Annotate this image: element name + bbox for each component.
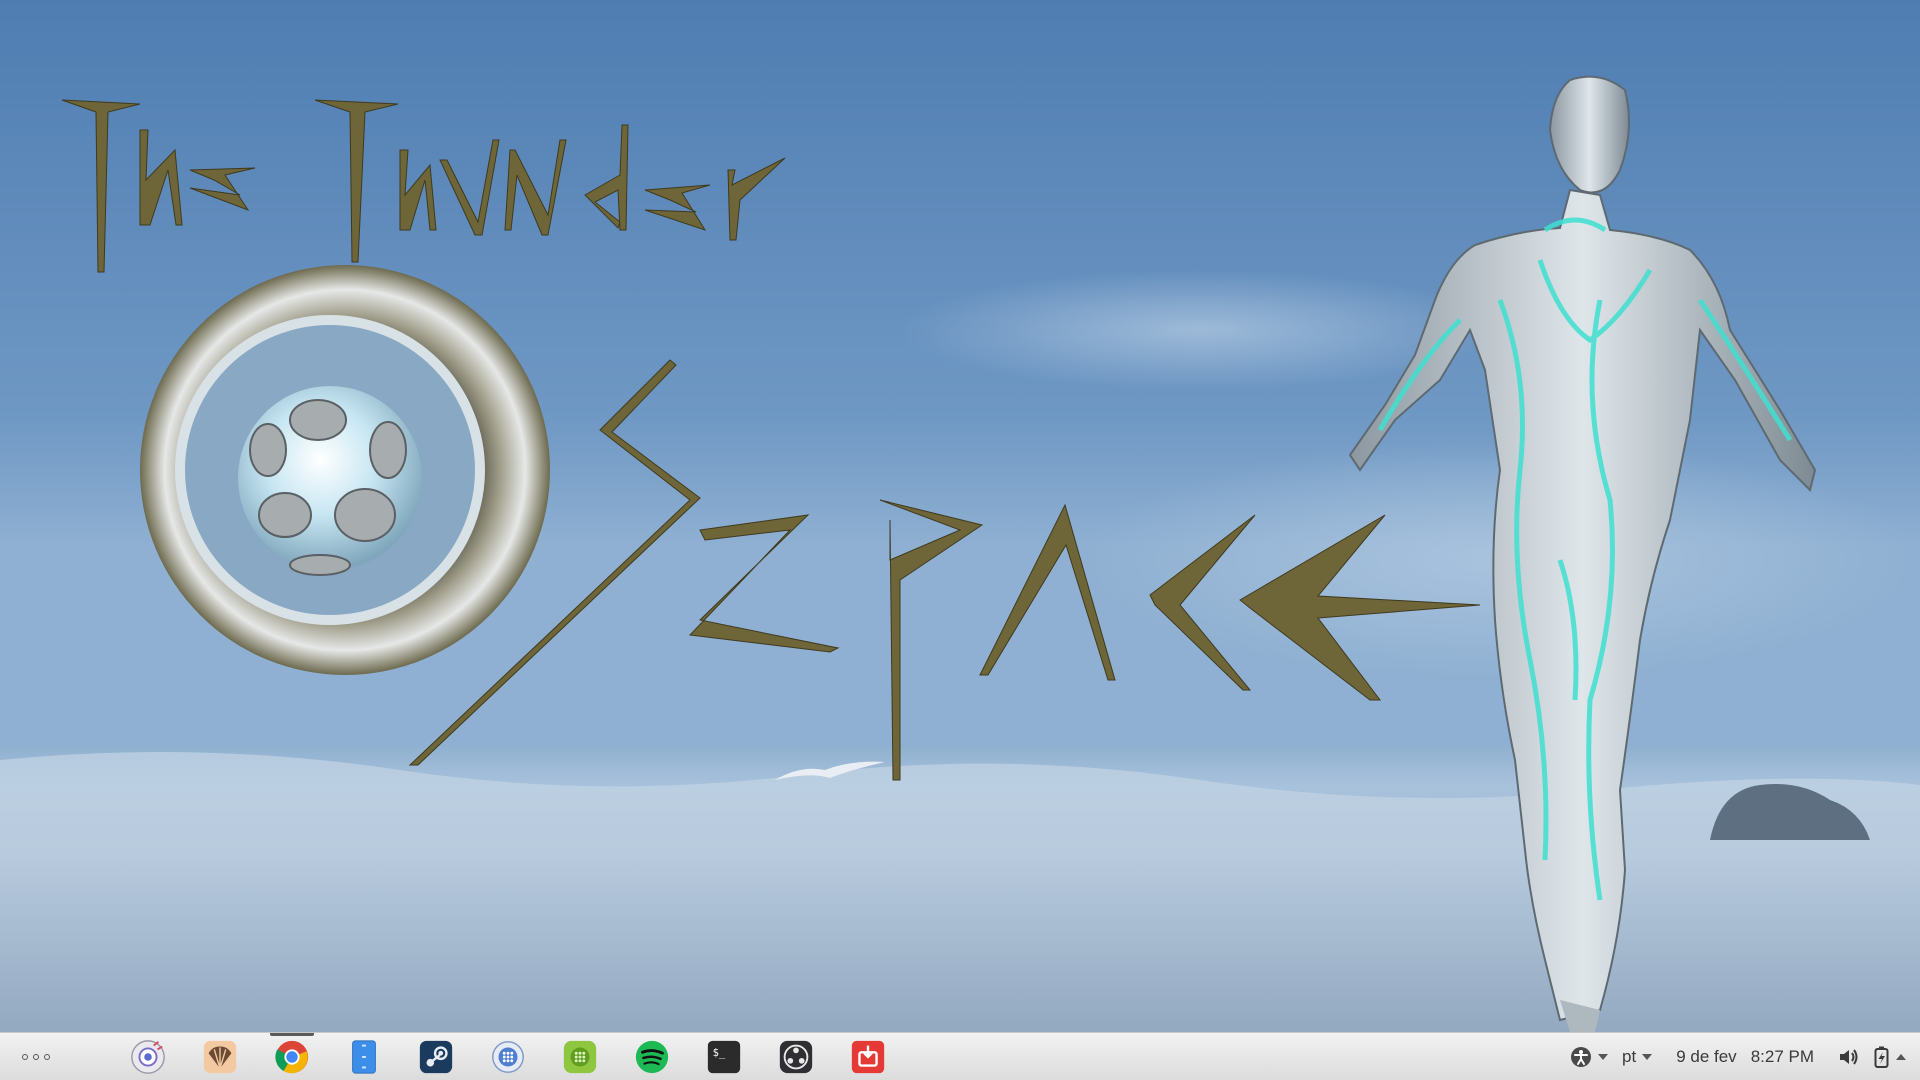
screenshot-tool-icon [131,1039,165,1074]
dock-item-redapp[interactable] [832,1033,904,1080]
taskbar: $_ pt 9 de fev 8:27 PM [0,1032,1920,1080]
clock-date[interactable]: 9 de fev [1676,1047,1737,1067]
terminal-glyph: $_ [713,1047,726,1059]
wallpaper [0,0,1920,1032]
dock-item-screenshot[interactable] [112,1033,184,1080]
dock-item-obs[interactable] [760,1033,832,1080]
app-center-icon [492,1040,524,1073]
keyboard-layout-label: pt [1622,1047,1637,1066]
spotify-icon [635,1040,669,1073]
launcher-dot [22,1053,28,1060]
clock-time[interactable]: 8:27 PM [1751,1047,1814,1067]
system-tray: pt 9 de fev 8:27 PM [1570,1033,1920,1080]
dock-item-shell[interactable] [184,1033,256,1080]
chrome-icon [275,1040,309,1073]
terminal-icon: $_ [707,1040,741,1073]
accessibility-menu[interactable] [1570,1046,1608,1068]
chevron-up-icon [1896,1054,1906,1060]
chevron-down-icon [1642,1054,1653,1060]
desktop: $_ pt 9 de fev 8:27 PM [0,0,1920,1080]
dock-item-spotify[interactable] [616,1033,688,1080]
dock-item-chrome[interactable] [256,1032,328,1080]
dock-item-appcenter[interactable] [472,1033,544,1080]
launcher-dot [33,1053,39,1060]
volume-indicator[interactable] [1838,1047,1860,1067]
obs-icon [779,1040,813,1073]
green-grid-app-icon [563,1040,597,1073]
accessibility-icon [1571,1047,1591,1067]
keyboard-layout-menu[interactable]: pt [1622,1047,1653,1067]
red-inbox-app-icon [851,1040,885,1073]
file-manager-icon [352,1039,376,1074]
battery-charging-icon [1874,1046,1889,1068]
app-grid-dots-icon[interactable] [0,1033,72,1080]
steam-icon [419,1040,453,1073]
dock-item-steam[interactable] [400,1033,472,1080]
dock-item-greenapp[interactable] [544,1033,616,1080]
dock-item-files[interactable] [328,1033,400,1080]
seashell-icon [203,1040,237,1073]
launcher-dot [44,1053,50,1060]
dock-item-terminal[interactable]: $_ [688,1033,760,1080]
power-indicator[interactable] [1874,1046,1906,1068]
chevron-down-icon [1598,1054,1608,1060]
dock: $_ [112,1032,904,1080]
speaker-icon [1840,1049,1858,1065]
